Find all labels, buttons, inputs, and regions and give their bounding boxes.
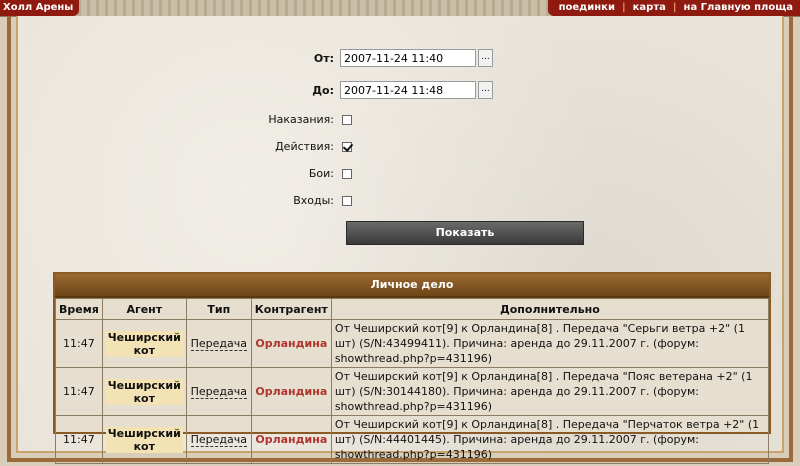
cell-contragent[interactable]: Орландина	[250, 367, 332, 416]
agent-name-link[interactable]: Чеширский кот	[105, 330, 183, 357]
cell-type: Передача	[185, 319, 252, 368]
nav-link-fights[interactable]: поединки	[552, 0, 622, 16]
filter-row-actions: Действия:	[248, 140, 352, 153]
to-label: До:	[312, 83, 334, 97]
filter-label-logins: Входы:	[293, 194, 334, 207]
cell-details: От Чеширский кот[9] к Орландина[8] . Пер…	[330, 319, 770, 368]
page-title: Холл Арены	[0, 0, 80, 16]
log-table: Время Агент Тип Контрагент Дополнительно…	[55, 298, 770, 464]
filter-label-actions: Действия:	[275, 140, 334, 153]
cell-agent: Чеширский кот	[101, 367, 187, 416]
panel-title: Личное дело	[55, 274, 769, 298]
filter-label-punishments: Наказания:	[268, 113, 334, 126]
cell-time: 11:47	[55, 367, 103, 416]
table-row: 11:47 Чеширский кот Передача Орландина О…	[55, 367, 770, 416]
filter-checkbox-fights[interactable]	[342, 168, 352, 179]
table-header-row: Время Агент Тип Контрагент Дополнительно	[55, 298, 770, 320]
filter-row-logins: Входы:	[248, 194, 352, 207]
col-header-time: Время	[55, 298, 103, 320]
nav-link-main-square[interactable]: на Главную площа	[677, 0, 800, 16]
type-link[interactable]: Передача	[190, 337, 247, 351]
nav-link-map[interactable]: карта	[626, 0, 673, 16]
filter-row-punishments: Наказания:	[248, 113, 352, 126]
type-link[interactable]: Передача	[190, 385, 247, 399]
content-frame: От: ... До: ... Наказания: Действия: Бои…	[7, 16, 793, 464]
filter-checkbox-actions[interactable]	[342, 141, 352, 152]
cell-details: От Чеширский кот[9] к Орландина[8] . Пер…	[330, 367, 770, 416]
from-date-input[interactable]	[340, 49, 476, 67]
show-button[interactable]: Показать	[346, 221, 584, 245]
from-date-picker-button[interactable]: ...	[478, 49, 493, 67]
col-header-agent: Агент	[101, 298, 187, 320]
col-header-type: Тип	[185, 298, 252, 320]
top-nav: поединки | карта | на Главную площа	[547, 0, 800, 16]
cell-contragent[interactable]: Орландина	[250, 415, 332, 464]
cell-time: 11:47	[55, 319, 103, 368]
to-date-picker-button[interactable]: ...	[478, 81, 493, 99]
top-bar: Холл Арены поединки | карта | на Главную…	[0, 0, 800, 17]
col-header-contragent: Контрагент	[250, 298, 332, 320]
from-row: От: ...	[274, 49, 493, 67]
filter-row-fights: Бои:	[248, 167, 352, 180]
from-label: От:	[313, 51, 334, 65]
agent-name-link[interactable]: Чеширский кот	[105, 426, 183, 453]
cell-type: Передача	[185, 415, 252, 464]
col-header-details: Дополнительно	[330, 298, 770, 320]
cell-contragent[interactable]: Орландина	[250, 319, 332, 368]
content-area: От: ... До: ... Наказания: Действия: Бои…	[16, 16, 784, 464]
to-row: До: ...	[274, 81, 493, 99]
table-row: 11:47 Чеширский кот Передача Орландина О…	[55, 319, 770, 368]
filter-checkbox-logins[interactable]	[342, 195, 352, 206]
to-date-input[interactable]	[340, 81, 476, 99]
cell-agent: Чеширский кот	[101, 415, 187, 464]
cell-agent: Чеширский кот	[101, 319, 187, 368]
personal-file-panel: Личное дело Время Агент Тип Контрагент Д…	[53, 272, 771, 464]
cell-time: 11:47	[55, 415, 103, 464]
type-link[interactable]: Передача	[190, 433, 247, 447]
table-row: 11:47 Чеширский кот Передача Орландина О…	[55, 415, 770, 464]
cell-details: От Чеширский кот[9] к Орландина[8] . Пер…	[330, 415, 770, 464]
cell-type: Передача	[185, 367, 252, 416]
filter-checkbox-punishments[interactable]	[342, 114, 352, 125]
agent-name-link[interactable]: Чеширский кот	[105, 378, 183, 405]
filter-label-fights: Бои:	[308, 167, 334, 180]
